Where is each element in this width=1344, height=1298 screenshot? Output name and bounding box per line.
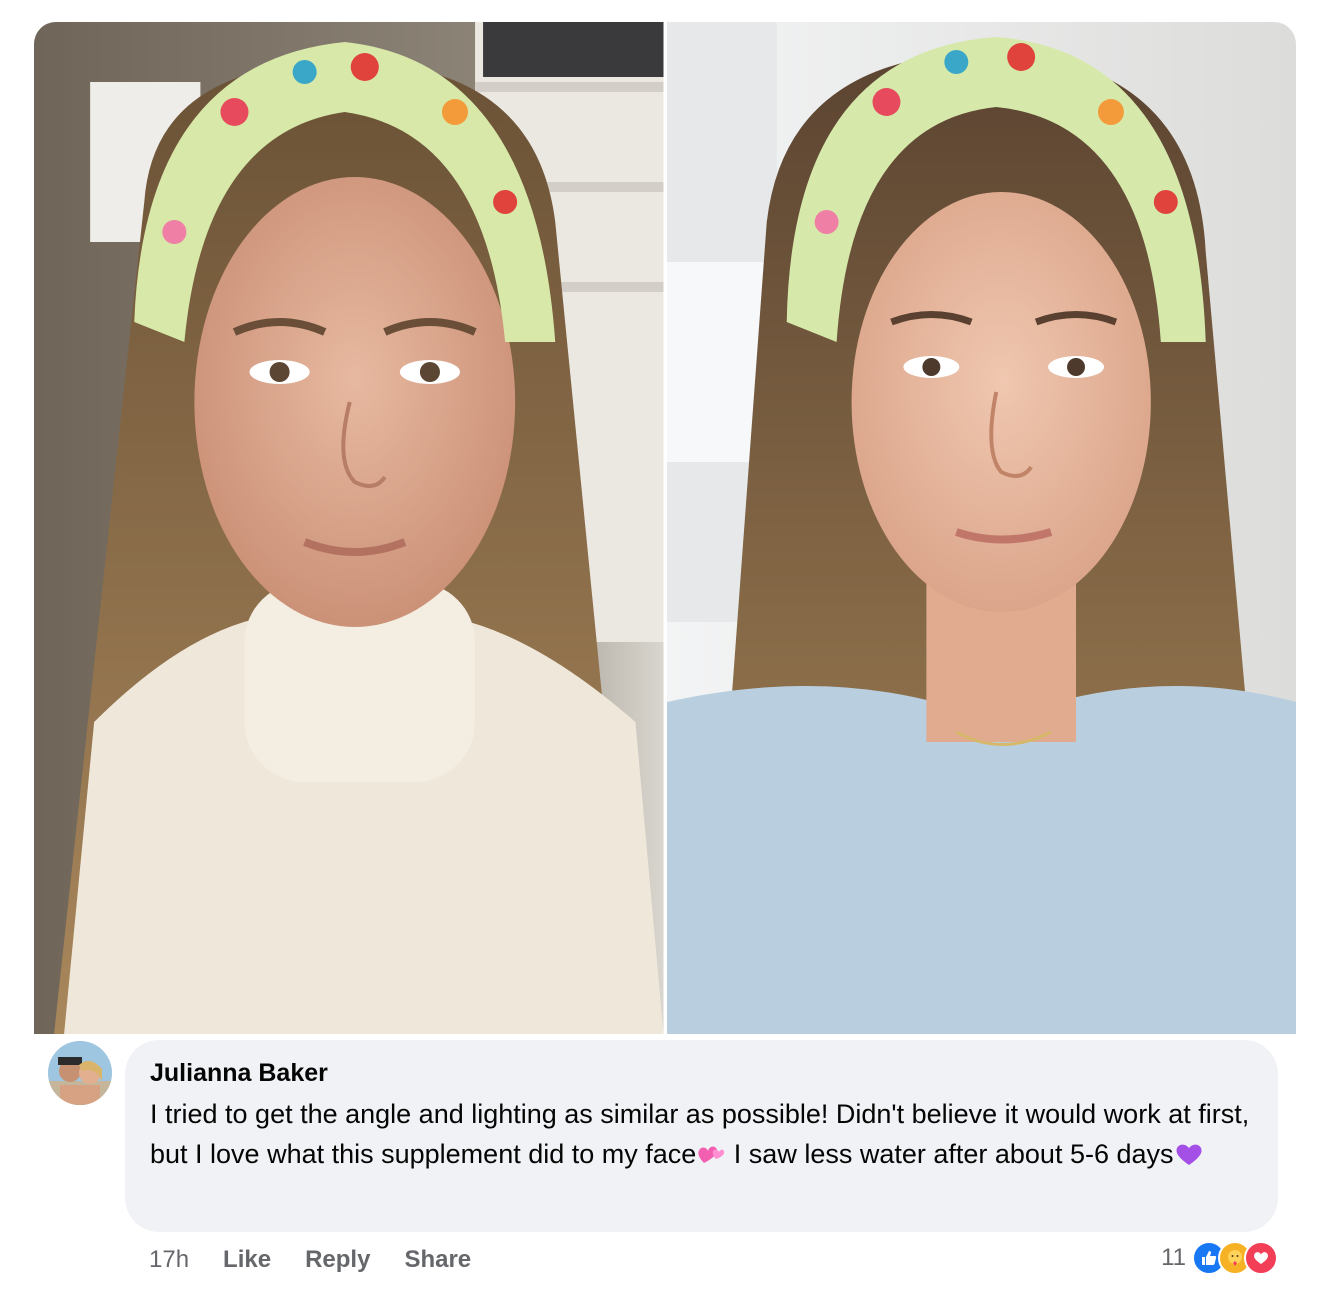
comment-bubble: Julianna Baker I tried to get the angle … (125, 1040, 1278, 1232)
reaction-count: 11 (1161, 1244, 1186, 1271)
reply-button[interactable]: Reply (305, 1246, 370, 1274)
avatar-image (48, 1041, 112, 1105)
love-icon (1244, 1241, 1278, 1275)
two-hearts-icon (696, 1138, 726, 1164)
comment-author[interactable]: Julianna Baker (150, 1058, 1254, 1088)
comment-actions: 17h Like Reply Share (149, 1242, 505, 1278)
avatar[interactable] (48, 1041, 112, 1105)
purple-heart-icon (1174, 1138, 1204, 1165)
before-photo (34, 22, 664, 1034)
comment-time[interactable]: 17h (149, 1246, 189, 1274)
like-button[interactable]: Like (223, 1246, 271, 1274)
comment-text: I tried to get the angle and lighting as… (150, 1094, 1254, 1174)
after-photo (666, 22, 1296, 1034)
after-photo-illustration (666, 22, 1296, 1034)
reactions-summary[interactable]: 11 (1161, 1238, 1278, 1278)
share-button[interactable]: Share (404, 1246, 471, 1274)
comment-text-part2: I saw less water after about 5-6 days (726, 1139, 1174, 1169)
before-photo-illustration (34, 22, 664, 1034)
comment-photo[interactable] (34, 22, 1296, 1034)
